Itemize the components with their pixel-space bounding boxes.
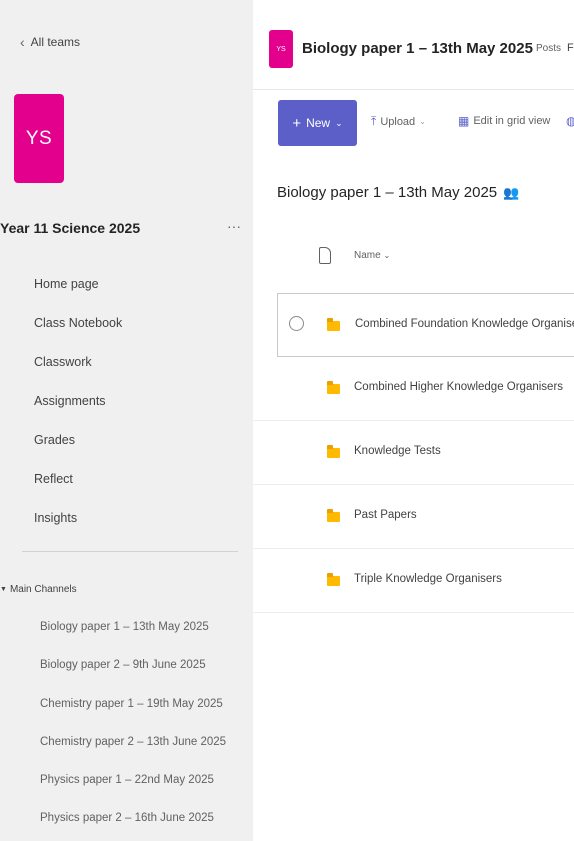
folder-name[interactable]: Triple Knowledge Organisers <box>354 573 502 585</box>
list-item[interactable]: Triple Knowledge Organisers <box>253 549 574 613</box>
upload-button[interactable]: ⤒ Upload ⌄ <box>371 114 426 129</box>
main-content: YS Biology paper 1 – 13th May 2025 Posts… <box>253 0 574 841</box>
file-type-icon <box>319 247 331 264</box>
channel-item[interactable]: Physics paper 1 – 22nd May 2025 <box>40 769 226 807</box>
all-teams-link[interactable]: ‹ All teams <box>20 34 80 50</box>
edit-grid-view-label: Edit in grid view <box>473 115 551 127</box>
sidebar-divider <box>22 551 238 552</box>
folder-icon <box>327 318 340 331</box>
file-list: Combined Foundation Knowledge Organisers… <box>253 293 574 613</box>
list-item[interactable]: Knowledge Tests <box>253 421 574 485</box>
nav-item-reflect[interactable]: Reflect <box>34 467 122 506</box>
channel-list: Biology paper 1 – 13th May 2025 Biology … <box>40 616 226 841</box>
channel-item[interactable]: Chemistry paper 2 – 13th June 2025 <box>40 731 226 769</box>
name-column-header[interactable]: Name ⌄ <box>354 250 390 261</box>
team-name: Year 11 Science 2025 <box>0 220 141 236</box>
tab-posts[interactable]: Posts <box>536 43 561 54</box>
list-item[interactable]: Past Papers <box>253 485 574 549</box>
chevron-down-icon: ⌄ <box>383 251 391 260</box>
main-channels-toggle[interactable]: ▼ Main Channels <box>0 584 77 595</box>
list-item[interactable]: Combined Higher Knowledge Organisers <box>253 357 574 421</box>
more-options-icon[interactable]: ··· <box>227 218 241 234</box>
teams-app: ‹ All teams YS Year 11 Science 2025 ··· … <box>0 0 574 841</box>
all-teams-label: All teams <box>30 35 81 49</box>
upload-label: Upload <box>380 115 416 128</box>
nav-item-home-page[interactable]: Home page <box>34 272 122 311</box>
folder-icon <box>327 381 340 394</box>
channel-item[interactable]: Chemistry paper 1 – 19th May 2025 <box>40 693 226 731</box>
folder-name[interactable]: Past Papers <box>354 509 417 521</box>
edit-grid-view-button[interactable]: ▦ Edit in grid view <box>458 114 550 128</box>
tab-files[interactable]: F <box>567 42 574 54</box>
channel-header: YS Biology paper 1 – 13th May 2025 Posts… <box>253 0 574 90</box>
plus-icon: + <box>292 114 302 132</box>
folder-icon <box>327 445 340 458</box>
folder-icon <box>327 573 340 586</box>
name-column-label: Name <box>354 250 381 261</box>
chevron-down-icon: ⌄ <box>335 117 343 128</box>
team-initials: YS <box>25 127 53 149</box>
team-avatar: YS <box>14 94 64 183</box>
channel-initials: YS <box>276 45 286 53</box>
breadcrumb-title[interactable]: Biology paper 1 – 13th May 2025 <box>277 184 497 201</box>
nav-item-classwork[interactable]: Classwork <box>34 350 122 389</box>
channel-title: Biology paper 1 – 13th May 2025 <box>302 40 533 57</box>
folder-name[interactable]: Knowledge Tests <box>354 445 441 457</box>
share-icon[interactable]: ◍ <box>566 114 574 128</box>
nav-item-insights[interactable]: Insights <box>34 506 122 545</box>
list-item[interactable]: Combined Foundation Knowledge Organisers <box>277 293 574 357</box>
channels-header-label: Main Channels <box>9 584 77 595</box>
folder-name[interactable]: Combined Foundation Knowledge Organisers <box>355 318 574 330</box>
chevron-down-icon: ⌄ <box>419 117 426 126</box>
nav-item-assignments[interactable]: Assignments <box>34 389 122 428</box>
channel-item[interactable]: Biology paper 2 – 9th June 2025 <box>40 654 226 692</box>
caret-down-icon: ▼ <box>0 586 7 593</box>
new-button-label: New <box>306 116 331 130</box>
files-toolbar: + New ⌄ ⤒ Upload ⌄ ▦ Edit in grid view ◍ <box>253 100 574 146</box>
upload-icon: ⤒ <box>371 114 377 128</box>
grid-icon: ▦ <box>458 114 470 128</box>
new-button[interactable]: + New ⌄ <box>278 100 357 146</box>
file-list-header: Name ⌄ <box>253 243 574 279</box>
nav-item-class-notebook[interactable]: Class Notebook <box>34 311 122 350</box>
channel-item[interactable]: Biology paper 1 – 13th May 2025 <box>40 616 226 654</box>
sidebar: ‹ All teams YS Year 11 Science 2025 ··· … <box>0 0 253 841</box>
team-nav-list: Home page Class Notebook Classwork Assig… <box>34 272 122 545</box>
breadcrumb: Biology paper 1 – 13th May 2025 👥 <box>277 184 519 201</box>
channel-item[interactable]: Physics paper 2 – 16th June 2025 <box>40 807 226 841</box>
nav-item-grades[interactable]: Grades <box>34 428 122 467</box>
chevron-left-icon: ‹ <box>20 34 25 50</box>
folder-name[interactable]: Combined Higher Knowledge Organisers <box>354 381 563 393</box>
folder-icon <box>327 509 340 522</box>
channel-avatar: YS <box>269 30 293 68</box>
select-radio[interactable] <box>289 316 304 331</box>
people-icon[interactable]: 👥 <box>503 185 519 201</box>
